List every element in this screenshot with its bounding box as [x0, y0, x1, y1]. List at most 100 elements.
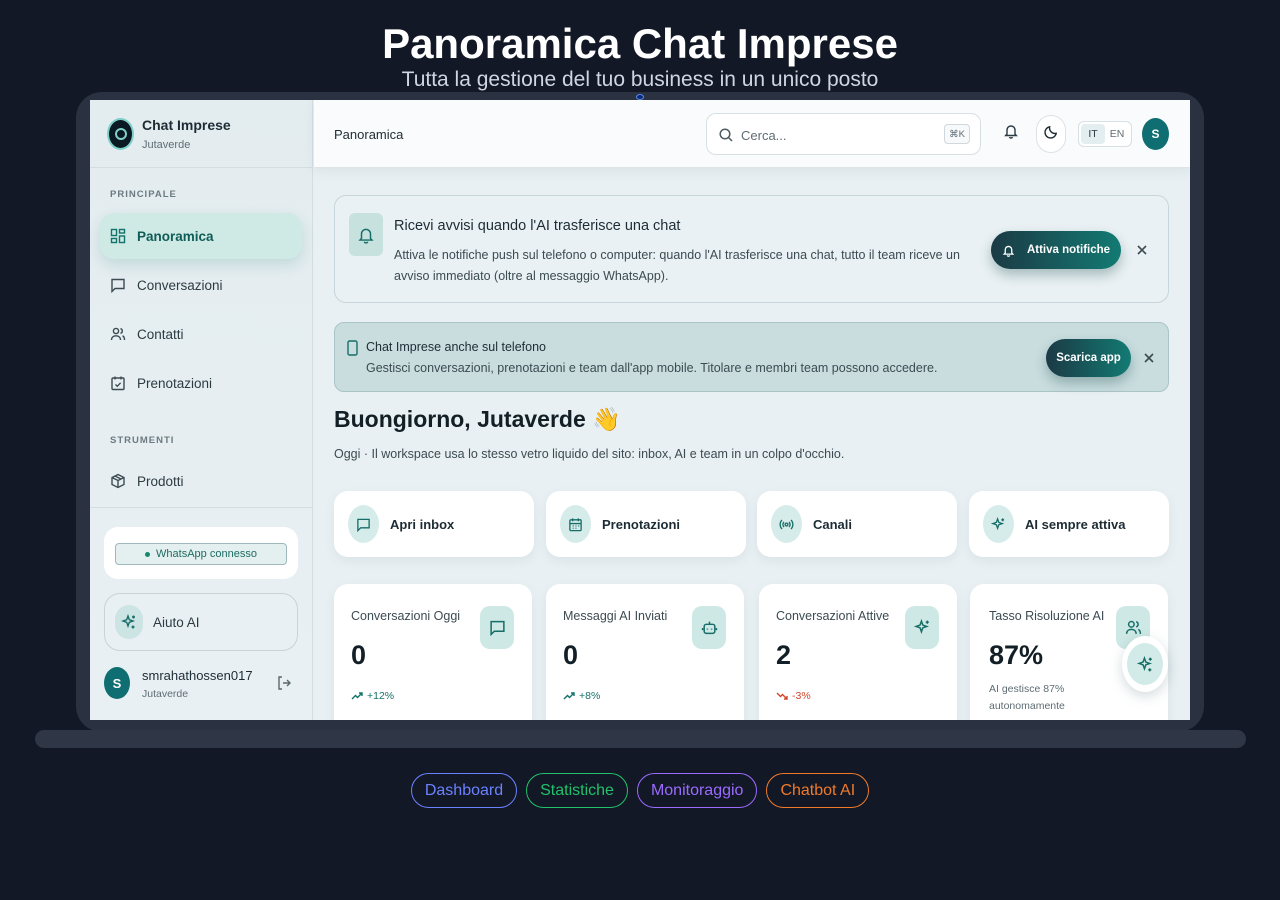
stat-trend-value: +12%	[367, 690, 395, 702]
theme-toggle-button[interactable]	[1036, 115, 1066, 153]
phone-icon	[347, 340, 358, 356]
stat-value: 0	[563, 640, 579, 670]
close-icon[interactable]	[1135, 243, 1149, 257]
sidebar-item-label: Prenotazioni	[137, 375, 213, 391]
button-label: Attiva notifiche	[1026, 244, 1111, 256]
broadcast-icon	[771, 505, 802, 543]
language-switcher: IT EN	[1078, 121, 1132, 147]
bot-icon	[692, 606, 726, 649]
section-label-tools: STRUMENTI	[110, 435, 175, 446]
brand-workspace: Jutaverde	[142, 139, 191, 151]
tab-dashboard[interactable]: Dashboard	[410, 773, 518, 808]
chat-icon	[110, 277, 126, 293]
stat-label: Tasso Risoluzione AI	[989, 609, 1105, 623]
stat-card-active-conversations: Conversazioni Attive 2 -3%	[759, 584, 957, 720]
sidebar-item-label: Contatti	[137, 326, 184, 342]
bell-icon	[1002, 244, 1015, 257]
sidebar-item-label: Prodotti	[137, 473, 184, 489]
bell-icon	[349, 213, 383, 256]
whatsapp-status-badge: WhatsApp connesso	[115, 543, 287, 565]
trend-down-icon	[776, 691, 788, 701]
tab-statistiche[interactable]: Statistiche	[526, 773, 628, 808]
grid-icon	[110, 228, 126, 244]
sidebar-item-label: Conversazioni	[137, 277, 223, 293]
sparkles-icon	[1127, 643, 1163, 685]
notifications-button[interactable]	[996, 117, 1026, 149]
sidebar-item-panoramica[interactable]: Panoramica	[100, 213, 302, 259]
sidebar: Chat Imprese Jutaverde PRINCIPALE Panora…	[90, 100, 313, 720]
quick-action-label: Canali	[813, 517, 853, 532]
stat-card-ai-messages: Messaggi AI Inviati 0 +8%	[546, 584, 744, 720]
package-icon	[110, 473, 126, 489]
stat-trend: +8%	[563, 690, 600, 702]
sparkles-icon	[905, 606, 939, 649]
stat-trend-value: -3%	[792, 690, 811, 702]
enable-notifications-button[interactable]: Attiva notifiche	[991, 231, 1121, 269]
status-dot-icon	[145, 551, 151, 557]
sidebar-item-contatti[interactable]: Contatti	[100, 311, 302, 357]
lang-option-it[interactable]: IT	[1081, 124, 1105, 144]
stat-trend-value: +8%	[579, 690, 601, 702]
sidebar-divider	[90, 507, 313, 508]
greeting-title: Buongiorno, Jutaverde 👋	[334, 406, 621, 432]
search-icon	[718, 127, 734, 143]
calendar-check-icon	[110, 375, 126, 391]
user-workspace: Jutaverde	[142, 688, 189, 700]
search-box[interactable]: ⌘K	[706, 113, 981, 155]
ai-assistant-fab[interactable]	[1122, 636, 1168, 692]
tab-chatbot-ai[interactable]: Chatbot AI	[766, 773, 870, 808]
laptop-base	[35, 730, 1246, 748]
lang-option-en[interactable]: EN	[1105, 124, 1129, 144]
quick-action-bookings[interactable]: Prenotazioni	[546, 491, 746, 557]
notification-alert: Ricevi avvisi quando l'AI trasferisce un…	[334, 195, 1169, 303]
close-icon[interactable]	[1142, 351, 1156, 365]
stat-trend: -3%	[776, 690, 811, 702]
brand-header[interactable]: Chat Imprese Jutaverde	[90, 100, 313, 168]
quick-action-inbox[interactable]: Apri inbox	[334, 491, 534, 557]
stat-label: Conversazioni Attive	[776, 609, 890, 623]
moon-icon	[1043, 124, 1059, 144]
button-label: Scarica app	[1056, 352, 1121, 364]
user-name: smrahathossen017	[142, 668, 253, 683]
tab-monitoraggio[interactable]: Monitoraggio	[636, 773, 758, 808]
ai-help-label: Aiuto AI	[153, 615, 200, 630]
stat-note: AI gestisce 87% autonomamente	[989, 683, 1065, 712]
brand-name: Chat Imprese	[142, 117, 231, 133]
section-label-main: PRINCIPALE	[110, 189, 177, 200]
shortcut-badge: ⌘K	[944, 124, 970, 144]
bell-icon	[1003, 123, 1019, 144]
camera-dot	[636, 94, 644, 100]
banner-description: Gestisci conversazioni, prenotazioni e t…	[366, 361, 938, 375]
whatsapp-status-text: WhatsApp connesso	[156, 548, 257, 560]
greeting-subtitle: Oggi · Il workspace usa lo stesso vetro …	[334, 447, 845, 461]
mobile-app-banner: Chat Imprese anche sul telefono Gestisci…	[334, 322, 1169, 392]
quick-action-label: Prenotazioni	[602, 517, 681, 532]
search-input[interactable]	[741, 125, 931, 145]
users-icon	[110, 326, 126, 342]
quick-action-channels[interactable]: Canali	[757, 491, 957, 557]
whatsapp-status-card: WhatsApp connesso	[104, 527, 298, 579]
trend-up-icon	[351, 691, 363, 701]
avatar[interactable]: S	[104, 667, 130, 699]
quick-action-ai[interactable]: AI sempre attiva	[969, 491, 1169, 557]
chat-icon	[480, 606, 514, 649]
hero-title: Panoramica Chat Imprese	[382, 20, 898, 67]
hero-subtitle: Tutta la gestione del tuo business in un…	[401, 68, 879, 91]
sidebar-item-prenotazioni[interactable]: Prenotazioni	[100, 360, 302, 406]
avatar[interactable]: S	[1142, 118, 1169, 150]
stat-label: Messaggi AI Inviati	[563, 609, 668, 623]
logout-icon[interactable]	[276, 675, 292, 691]
stat-value: 2	[776, 640, 792, 670]
sidebar-item-conversazioni[interactable]: Conversazioni	[100, 262, 302, 308]
stat-trend: +12%	[351, 690, 394, 702]
stat-value: 87%	[989, 640, 1044, 670]
sparkles-icon	[983, 505, 1014, 543]
calendar-icon	[560, 505, 591, 543]
topbar: Panoramica ⌘K IT EN S	[314, 100, 1190, 168]
sidebar-item-prodotti[interactable]: Prodotti	[100, 458, 302, 504]
stat-card-conversations-today: Conversazioni Oggi 0 +12%	[334, 584, 532, 720]
ai-help-button[interactable]: Aiuto AI	[104, 593, 298, 651]
download-app-button[interactable]: Scarica app	[1046, 339, 1131, 377]
stat-label: Conversazioni Oggi	[351, 609, 461, 623]
alert-description: Attiva le notifiche push sul telefono o …	[394, 248, 960, 283]
